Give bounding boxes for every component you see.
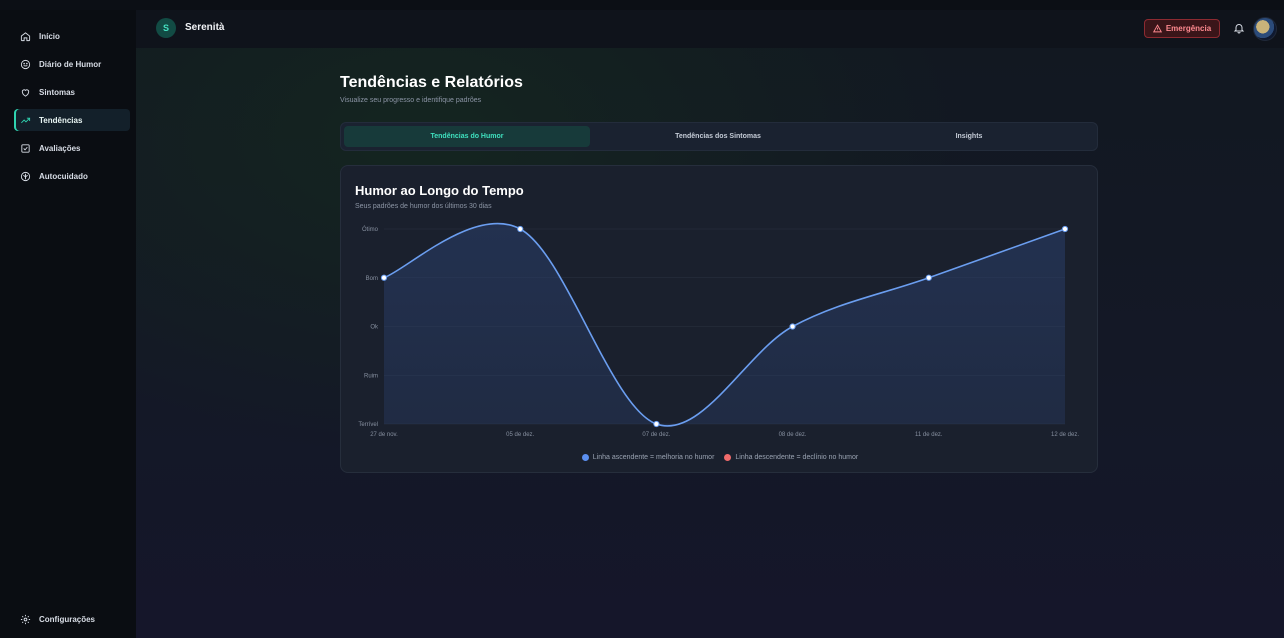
x-tick-label: 08 de dez. — [779, 432, 807, 438]
main-content: Tendências e Relatórios Visualize seu pr… — [136, 48, 1284, 638]
x-tick-label: 27 de nov. — [370, 432, 398, 438]
top-bar: S Serenità Emergência — [136, 10, 1284, 49]
smile-icon — [20, 59, 31, 69]
x-tick-label: 05 de dez. — [506, 432, 534, 438]
legend-item-descending: Linha descendente = declínio no humor — [724, 451, 858, 463]
lotus-icon — [20, 171, 31, 181]
x-tick-label: 11 de dez. — [915, 432, 943, 438]
settings-label: Configurações — [39, 615, 96, 624]
chart-legend: Linha ascendente = melhoria no humor Lin… — [341, 451, 1099, 463]
legend-label: Linha descendente = declínio no humor — [735, 453, 859, 461]
sidebar-item-label: Tendências — [39, 115, 83, 125]
mood-chart-card: Humor ao Longo do Tempo Seus padrões de … — [340, 165, 1098, 473]
sidebar-item-label: Autocuidado — [39, 171, 88, 181]
data-point[interactable] — [925, 274, 932, 281]
checkbox-icon — [21, 143, 30, 153]
sidebar-item-label: Início — [39, 31, 60, 41]
notifications-button[interactable] — [1230, 19, 1248, 37]
mood-area — [384, 223, 1065, 426]
y-tick-label: Ok — [370, 325, 379, 331]
sidebar-item-tendencias[interactable]: Tendências — [14, 109, 130, 131]
gear-icon — [20, 614, 31, 625]
y-tick-label: Terrível — [358, 422, 378, 428]
logo-letter: S — [162, 23, 169, 33]
y-tick-label: Ruim — [364, 373, 378, 379]
sidebar-item-sintomas[interactable]: Sintomas — [14, 81, 130, 103]
sidebar-item-avaliacoes[interactable]: Avaliações — [14, 137, 130, 159]
page-title: Tendências e Relatórios — [340, 74, 523, 91]
emergency-button[interactable]: Emergência — [1144, 19, 1220, 38]
sidebar-item-label: Diário de Humor — [39, 59, 102, 69]
y-tick-label: Bom — [366, 276, 378, 282]
legend-dot — [724, 453, 732, 461]
x-tick-label: 12 de dez. — [1051, 432, 1079, 438]
data-point[interactable] — [1061, 225, 1069, 233]
page-subtitle: Visualize seu progresso e identifique pa… — [340, 97, 482, 104]
sidebar-item-label: Sintomas — [39, 87, 76, 97]
tab-mood-trends[interactable]: Tendências do Humor — [344, 126, 590, 147]
tab-insights[interactable]: Insights — [846, 126, 1092, 147]
app-logo[interactable]: S — [156, 18, 176, 38]
data-point[interactable] — [653, 420, 660, 428]
tabs-bar: Tendências do Humor Tendências dos Sinto… — [340, 122, 1098, 151]
avatar[interactable] — [1253, 17, 1277, 41]
bell-icon — [1233, 24, 1245, 34]
app-window: Início Diário de Humor Sintomas Tendênci… — [0, 0, 1284, 638]
x-tick-label: 07 de dez. — [642, 432, 670, 438]
home-icon — [20, 31, 31, 41]
warning-icon — [1152, 24, 1162, 33]
legend-dot — [581, 453, 589, 461]
legend-item-ascending: Linha ascendente = melhoria no humor — [581, 451, 715, 463]
app-title: Serenità — [185, 22, 225, 33]
trending-up-icon — [21, 117, 31, 123]
heart-icon — [21, 88, 30, 97]
y-tick-label: Ótimo — [362, 226, 379, 233]
sidebar: Início Diário de Humor Sintomas Tendênci… — [0, 10, 137, 638]
data-point[interactable] — [789, 323, 796, 330]
data-point[interactable] — [517, 225, 524, 233]
tab-symptom-trends[interactable]: Tendências dos Sintomas — [595, 126, 841, 147]
mood-chart: Terrível Ruim Ok Bom Ótimo 27 de nov. 05 de de… — [358, 222, 1079, 438]
sidebar-item-configuracoes[interactable]: Configurações — [20, 614, 95, 625]
sidebar-item-diario[interactable]: Diário de Humor — [14, 53, 130, 75]
sidebar-item-inicio[interactable]: Início — [14, 25, 130, 47]
data-point[interactable] — [380, 274, 388, 281]
sidebar-item-autocuidado[interactable]: Autocuidado — [14, 165, 130, 187]
emergency-label: Emergência — [1165, 24, 1212, 33]
sidebar-item-label: Avaliações — [39, 143, 81, 153]
legend-label: Linha ascendente = melhoria no humor — [592, 453, 715, 461]
